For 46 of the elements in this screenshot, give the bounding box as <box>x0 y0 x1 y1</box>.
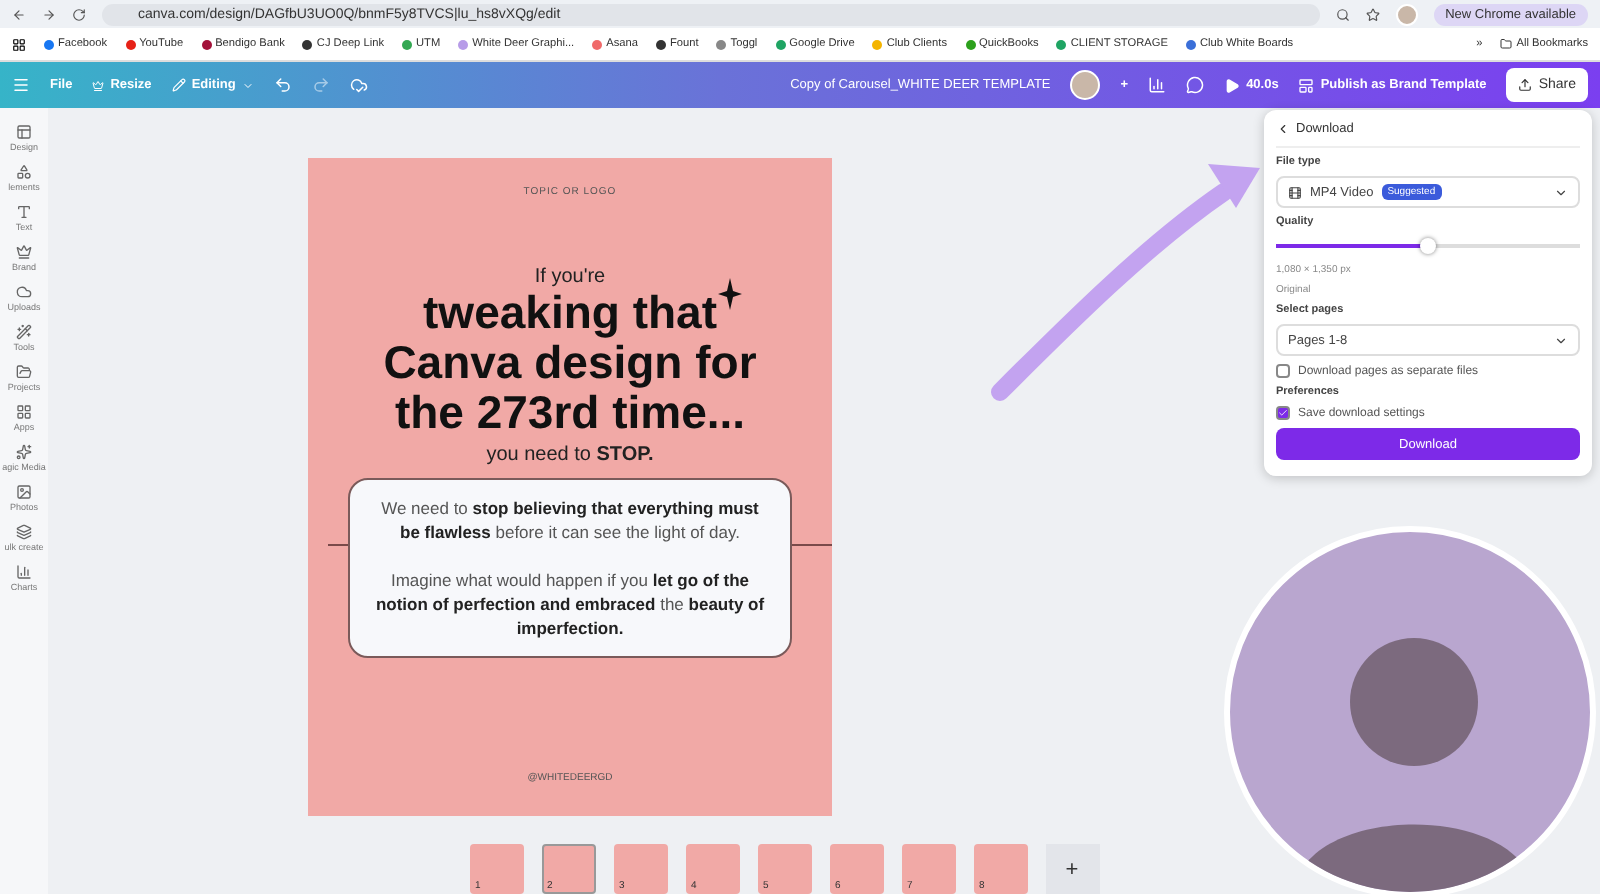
sidebar-icon <box>15 164 32 180</box>
play-icon <box>1224 77 1241 93</box>
zoom-icon[interactable] <box>1335 7 1350 21</box>
sidebar-icon <box>15 324 32 340</box>
caret-icon <box>241 79 254 91</box>
back-icon[interactable] <box>12 7 26 21</box>
bookmark-star-icon[interactable] <box>1365 7 1380 21</box>
cloud-check-icon[interactable] <box>349 76 368 94</box>
undo-icon[interactable] <box>273 76 292 94</box>
checkbox[interactable] <box>1276 406 1290 420</box>
checkbox[interactable] <box>1276 364 1290 378</box>
caret-icon <box>1554 333 1568 347</box>
template-icon <box>1298 77 1315 93</box>
reload-icon[interactable] <box>72 7 86 21</box>
sidebar-icon <box>15 284 32 300</box>
share-icon <box>1518 78 1533 92</box>
card-paragraph: We need to stop believing that everything must be flawless before it can see the light of day. <box>379 496 761 544</box>
back-icon[interactable] <box>1276 122 1290 136</box>
headline-text: Canva design for <box>383 338 757 388</box>
sidebar-icon <box>15 564 32 580</box>
sidebar-icon <box>15 524 32 540</box>
sidebar-icon <box>15 124 32 140</box>
sidebar-icon <box>15 484 32 500</box>
headline-text: tweaking that <box>423 288 717 338</box>
headline-text: the 273rd time... <box>394 388 746 438</box>
forward-icon[interactable] <box>42 7 56 21</box>
sidebar-icon <box>15 444 32 460</box>
folder-icon <box>1500 38 1513 50</box>
crown-icon <box>92 79 105 91</box>
add-page-button[interactable]: + <box>1045 844 1099 894</box>
design-page[interactable] <box>308 158 832 816</box>
sparkle-icon <box>718 278 742 310</box>
card-paragraph: Imagine what would happen if you let go of the notion of perfection and embraced the beauty of imperfection. <box>373 568 767 640</box>
sidebar-icon <box>15 244 32 260</box>
user-avatar[interactable] <box>1070 70 1101 100</box>
video-icon <box>1288 185 1302 199</box>
sidebar-icon <box>15 404 32 420</box>
chart-icon[interactable] <box>1148 76 1167 94</box>
sidebar-icon <box>15 204 32 220</box>
intro-text: If you're <box>534 266 606 288</box>
apps-icon[interactable] <box>12 37 26 51</box>
caret-icon <box>1554 185 1568 199</box>
comment-icon[interactable] <box>1186 76 1205 94</box>
stop-text: you need to STOP. <box>486 444 654 466</box>
pencil-icon <box>171 78 186 92</box>
sidebar-icon <box>15 364 32 380</box>
